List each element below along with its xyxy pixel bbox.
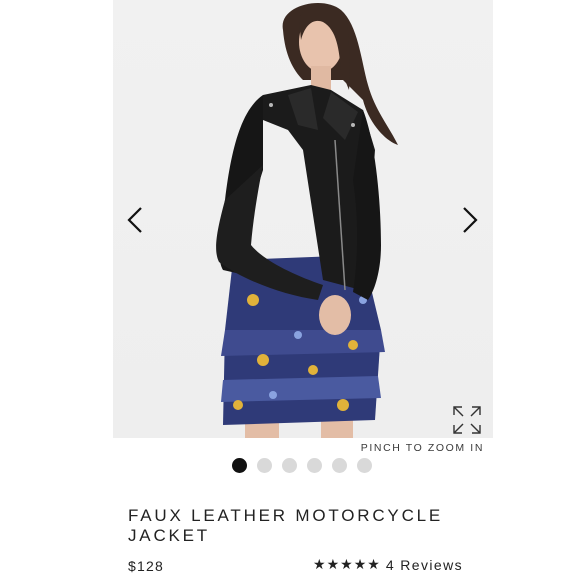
chevron-left-icon <box>127 207 142 233</box>
chevron-right-icon <box>463 207 478 233</box>
product-illustration <box>216 2 398 438</box>
carousel-dot[interactable] <box>307 458 322 473</box>
expand-icon <box>453 406 481 434</box>
carousel-dot[interactable] <box>357 458 372 473</box>
carousel-dot[interactable] <box>332 458 347 473</box>
star-icon: ★ <box>340 556 353 572</box>
star-icon: ★ <box>353 556 367 572</box>
reviews-link[interactable]: 4 Reviews <box>386 557 463 573</box>
carousel-dots <box>232 458 372 473</box>
product-page: PINCH TO ZOOM IN FAUX LEATHER MOTORCYCLE… <box>0 0 580 580</box>
star-rating: ★ ★ ★ ★ ★ <box>313 556 380 573</box>
carousel-dot[interactable] <box>257 458 272 473</box>
product-image[interactable] <box>113 0 493 438</box>
product-title: FAUX LEATHER MOTORCYCLE JACKET <box>128 506 444 545</box>
star-icon: ★ <box>367 556 380 572</box>
zoom-hint-text: PINCH TO ZOOM IN <box>360 442 484 454</box>
zoom-button[interactable] <box>451 404 483 436</box>
product-price: $128 <box>128 558 164 574</box>
star-icon: ★ <box>313 556 326 572</box>
next-image-button[interactable] <box>459 205 481 235</box>
rating-summary[interactable]: ★ ★ ★ ★ ★ 4 Reviews <box>313 556 463 573</box>
carousel-dot[interactable] <box>232 458 247 473</box>
previous-image-button[interactable] <box>124 205 146 235</box>
carousel-dot[interactable] <box>282 458 297 473</box>
star-icon: ★ <box>326 556 340 572</box>
